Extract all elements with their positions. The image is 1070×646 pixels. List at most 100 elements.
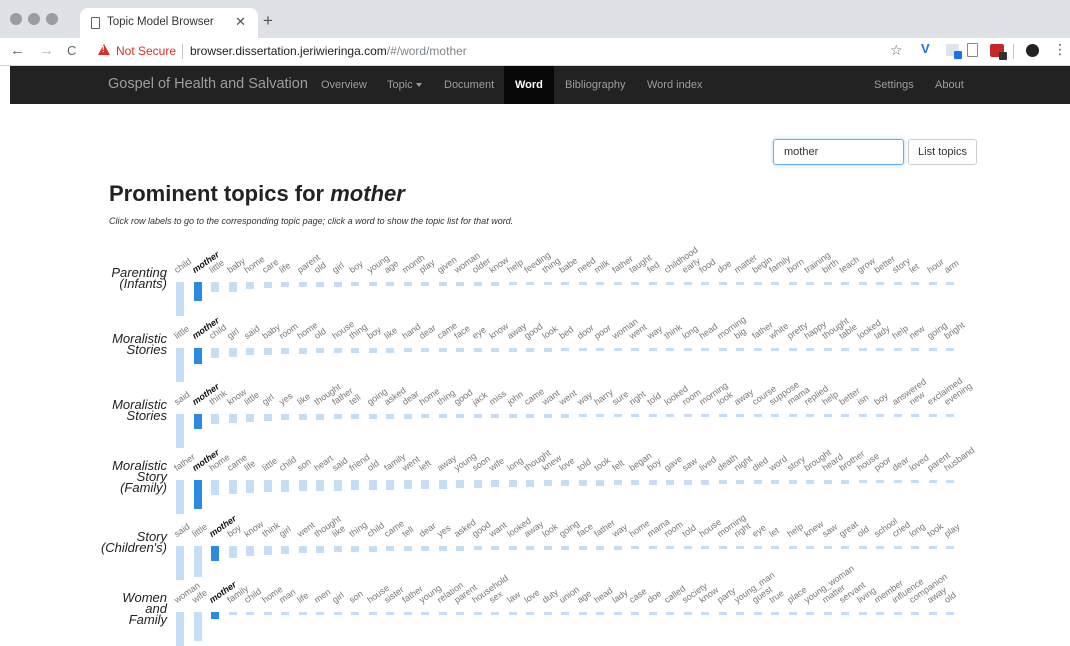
nav-about[interactable]: About bbox=[924, 66, 975, 104]
topic-word[interactable]: arm bbox=[942, 258, 960, 275]
nav-document[interactable]: Document bbox=[433, 66, 505, 104]
topic-word[interactable]: let bbox=[767, 525, 781, 539]
extension-v-icon[interactable]: V bbox=[921, 41, 930, 56]
close-window-dot[interactable] bbox=[10, 13, 22, 25]
app-navbar: Gospel of Health and Salvation Overview … bbox=[10, 66, 1070, 104]
topic-word[interactable]: yes bbox=[277, 391, 294, 407]
topic-row-label[interactable]: Moralistic Story (Family) bbox=[112, 459, 167, 494]
topic-word[interactable]: said bbox=[242, 323, 261, 341]
forward-icon[interactable]: → bbox=[39, 42, 54, 59]
word-weight-bar bbox=[543, 414, 552, 418]
topic-word[interactable]: little bbox=[260, 456, 279, 473]
extension-red-icon[interactable] bbox=[990, 44, 1007, 60]
word-weight-bar bbox=[491, 546, 499, 550]
word-search-input[interactable] bbox=[773, 139, 904, 165]
topic-word[interactable]: play bbox=[942, 521, 961, 539]
word-weight-bar bbox=[526, 546, 534, 550]
topic-word[interactable]: said bbox=[172, 389, 191, 407]
close-tab-icon[interactable]: ✕ bbox=[235, 14, 246, 30]
word-weight-bar bbox=[263, 612, 272, 615]
word-weight-bar bbox=[421, 612, 429, 615]
topic-word[interactable]: son bbox=[347, 588, 365, 605]
topic-word[interactable]: like bbox=[295, 391, 312, 407]
url-path: /#/word/mother bbox=[386, 44, 467, 58]
topic-word[interactable]: yes bbox=[435, 523, 452, 539]
word-weight-bar bbox=[701, 414, 709, 417]
nav-settings[interactable]: Settings bbox=[863, 66, 925, 104]
topic-word[interactable]: eye bbox=[750, 522, 768, 539]
word-weight-bar bbox=[578, 282, 587, 285]
word-weight-bar bbox=[246, 612, 254, 615]
topic-row-label[interactable]: Women and Family bbox=[122, 591, 167, 626]
topic-word[interactable]: life bbox=[295, 590, 310, 605]
topic-row: Parenting (Infants) child mother little baby h… bbox=[10, 241, 1070, 316]
nav-word-index[interactable]: Word index bbox=[636, 66, 713, 104]
topic-word[interactable]: law bbox=[505, 589, 522, 605]
new-tab-icon[interactable]: + bbox=[263, 11, 273, 31]
topic-word[interactable]: eye bbox=[470, 324, 488, 341]
word-weight-bar bbox=[753, 282, 762, 285]
word-weight-bar bbox=[858, 282, 867, 285]
list-topics-button[interactable]: List topics bbox=[908, 139, 977, 165]
topic-word[interactable]: told bbox=[575, 456, 593, 473]
nav-word[interactable]: Word bbox=[504, 66, 554, 104]
topic-row-label[interactable]: Story (Children's) bbox=[101, 530, 167, 554]
topic-word[interactable]: bed bbox=[557, 324, 575, 341]
topic-word[interactable]: way bbox=[645, 324, 664, 341]
word-weight-bar bbox=[893, 414, 902, 417]
topic-word[interactable]: girl bbox=[330, 260, 346, 275]
topic-row-label[interactable]: Moralistic Stories bbox=[112, 332, 167, 356]
topic-word[interactable]: boy bbox=[347, 258, 365, 275]
word-weight-bar bbox=[491, 348, 499, 352]
word-weight-bar bbox=[386, 480, 394, 490]
security-indicator[interactable]: Not Secure bbox=[116, 44, 176, 58]
browser-menu-icon[interactable]: ⋮ bbox=[1053, 41, 1067, 58]
word-weight-bar bbox=[351, 546, 359, 552]
topic-word[interactable]: life bbox=[277, 260, 292, 275]
word-weight-bar bbox=[771, 282, 779, 285]
topic-word[interactable]: little bbox=[190, 522, 209, 539]
nav-bibliography[interactable]: Bibliography bbox=[554, 66, 637, 104]
topic-word[interactable]: saw bbox=[680, 456, 699, 473]
topic-word[interactable]: little bbox=[172, 324, 191, 341]
bookmark-star-icon[interactable]: ☆ bbox=[890, 42, 903, 59]
word-weight-bar bbox=[736, 546, 744, 549]
word-weight-bar bbox=[246, 282, 254, 289]
word-weight-bar bbox=[543, 612, 552, 615]
browser-tab[interactable]: Topic Model Browser ✕ bbox=[80, 8, 258, 38]
nav-overview[interactable]: Overview bbox=[310, 66, 378, 104]
topic-word[interactable]: told bbox=[645, 390, 663, 407]
word-weight-bar bbox=[596, 546, 604, 550]
profile-avatar-icon[interactable] bbox=[1026, 44, 1039, 57]
minimize-window-dot[interactable] bbox=[28, 13, 40, 25]
word-weight-bar bbox=[333, 414, 342, 419]
topic-word[interactable]: girl bbox=[260, 392, 276, 407]
topic-word[interactable]: like bbox=[382, 325, 399, 341]
back-icon[interactable]: ← bbox=[10, 42, 25, 59]
topic-word[interactable]: doe bbox=[645, 588, 663, 605]
topic-word[interactable]: doe bbox=[715, 258, 733, 275]
navbar-brand[interactable]: Gospel of Health and Salvation bbox=[108, 76, 308, 92]
word-weight-bar bbox=[841, 348, 849, 351]
topic-word[interactable]: love bbox=[522, 587, 541, 605]
word-weight-bar bbox=[771, 546, 779, 549]
maximize-window-dot[interactable] bbox=[46, 13, 58, 25]
extension-tabs-icon[interactable] bbox=[946, 44, 962, 59]
topic-word[interactable]: boy bbox=[872, 390, 890, 407]
topic-word[interactable]: felt bbox=[610, 458, 626, 473]
nav-topic[interactable]: Topic bbox=[376, 66, 433, 104]
reload-icon[interactable]: C bbox=[67, 43, 76, 58]
topic-word[interactable]: son bbox=[295, 456, 313, 473]
topic-row-label[interactable]: Parenting (Infants) bbox=[111, 266, 167, 291]
extension-page-icon[interactable] bbox=[967, 43, 978, 57]
word-weight-bar bbox=[526, 480, 534, 487]
topic-word[interactable]: way bbox=[575, 390, 594, 407]
word-weight-bar bbox=[893, 546, 902, 549]
topic-word[interactable]: new bbox=[907, 323, 926, 341]
word-weight-bar bbox=[911, 546, 919, 549]
topic-row-label-line: (Infants) bbox=[119, 276, 167, 291]
topic-word[interactable]: said bbox=[172, 521, 191, 539]
address-bar[interactable]: Not Secure browser.dissertation.jeriwier… bbox=[92, 40, 912, 63]
topic-row-label[interactable]: Moralistic Stories bbox=[112, 398, 167, 422]
topic-word[interactable]: girl bbox=[330, 590, 346, 605]
